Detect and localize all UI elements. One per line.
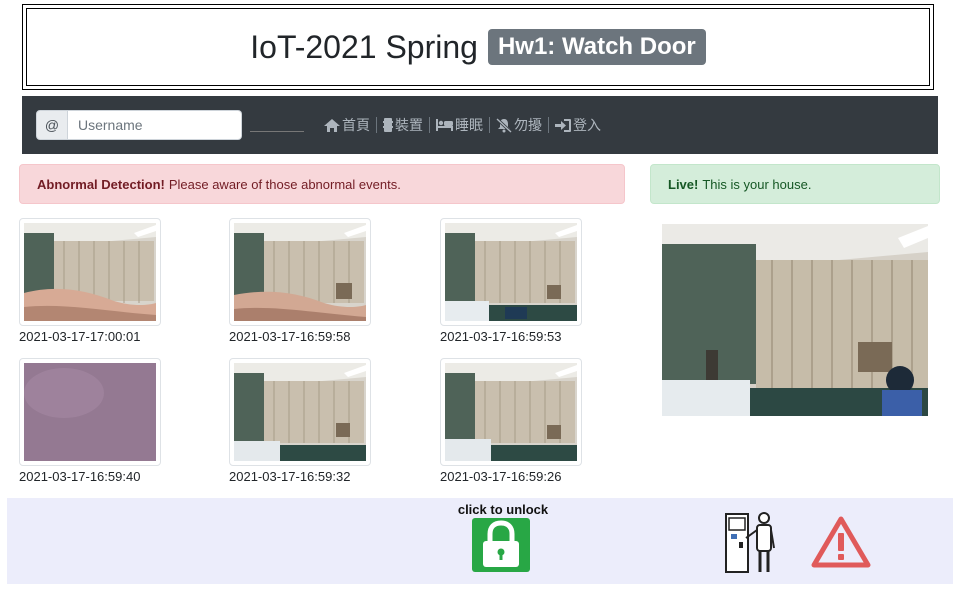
- nav-item-label: 首頁: [342, 117, 370, 133]
- nav-item-label: 登入: [573, 117, 601, 133]
- nav-item-home[interactable]: 首頁: [318, 115, 376, 135]
- snapshot-image: [445, 363, 577, 461]
- snapshot-timestamp: 2021-03-17-16:59:32: [229, 469, 351, 484]
- snapshot-thumbnail[interactable]: [440, 358, 582, 466]
- snapshot-thumbnail[interactable]: [19, 358, 161, 466]
- nav-items: 首頁 裝置 睡眠 勿擾 登入: [318, 115, 607, 135]
- page-title: IoT-2021 Spring: [250, 28, 478, 65]
- username-input[interactable]: [68, 110, 242, 140]
- input-underline: [250, 130, 304, 132]
- snapshot-timestamp: 2021-03-17-17:00:01: [19, 329, 141, 344]
- username-input-group: @: [36, 110, 242, 140]
- live-alert: Live! This is your house.: [650, 164, 940, 204]
- snapshot-timestamp: 2021-03-17-16:59:58: [229, 329, 351, 344]
- snapshot-thumbnail[interactable]: [19, 218, 161, 326]
- at-prefix: @: [36, 110, 68, 140]
- footer-panel: click to unlock: [7, 498, 953, 584]
- alert-text: Please aware of those abnormal events.: [168, 176, 401, 192]
- device-icon: [383, 118, 393, 132]
- snapshot-thumbnail[interactable]: [229, 358, 371, 466]
- sign-in-icon: [555, 118, 571, 132]
- live-camera-feed: [662, 224, 928, 416]
- person-at-door-icon: [724, 508, 780, 574]
- snapshot-image: [234, 223, 366, 321]
- snapshot-timestamp: 2021-03-17-16:59:40: [19, 469, 141, 484]
- nav-item-login[interactable]: 登入: [549, 115, 607, 135]
- snapshot-timestamp: 2021-03-17-16:59:26: [440, 469, 562, 484]
- abnormal-detection-alert: Abnormal Detection! Please aware of thos…: [19, 164, 625, 204]
- unlock-button[interactable]: [472, 518, 530, 572]
- page-header: IoT-2021 Spring Hw1: Watch Door: [22, 4, 934, 90]
- home-icon: [324, 118, 340, 132]
- nav-item-sleep[interactable]: 睡眠: [430, 115, 489, 135]
- title-badge: Hw1: Watch Door: [487, 29, 706, 65]
- alert-title: Abnormal Detection!: [37, 176, 165, 192]
- bell-slash-icon: [496, 117, 512, 133]
- header-inner: IoT-2021 Spring Hw1: Watch Door: [26, 8, 930, 86]
- bed-icon: [436, 119, 453, 131]
- nav-item-device[interactable]: 裝置: [377, 115, 429, 135]
- snapshot-image: [24, 223, 156, 321]
- snapshot-image: [445, 223, 577, 321]
- nav-item-label: 勿擾: [514, 117, 542, 133]
- alert-text: This is your house.: [702, 176, 812, 192]
- nav-item-label: 睡眠: [455, 117, 483, 133]
- snapshot-image: [234, 363, 366, 461]
- alert-title: Live!: [668, 176, 699, 192]
- nav-item-do-not-disturb[interactable]: 勿擾: [490, 115, 548, 135]
- navbar: @ 首頁 裝置 睡眠 勿擾 登入: [22, 96, 938, 154]
- snapshot-image: [24, 363, 156, 461]
- unlock-label: click to unlock: [457, 502, 549, 517]
- snapshot-timestamp: 2021-03-17-16:59:53: [440, 329, 562, 344]
- nav-item-label: 裝置: [395, 117, 423, 133]
- snapshot-thumbnail[interactable]: [229, 218, 371, 326]
- snapshot-thumbnail[interactable]: [440, 218, 582, 326]
- warning-icon[interactable]: [811, 516, 871, 568]
- lock-icon: [483, 520, 519, 567]
